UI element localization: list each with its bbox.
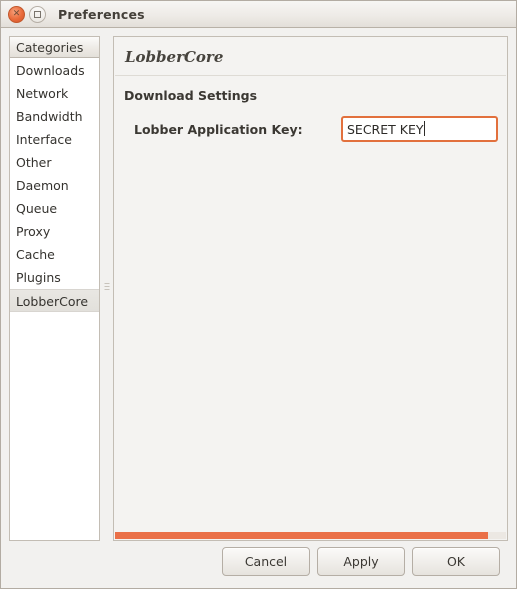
window-title: Preferences — [58, 6, 145, 22]
settings-panel: LobberCore Download Settings Lobber Appl… — [113, 36, 508, 541]
preferences-window: ✕ Preferences Categories Downloads Netwo… — [0, 0, 517, 589]
categories-column-header: Categories — [10, 37, 99, 58]
cancel-button[interactable]: Cancel — [222, 547, 310, 576]
dialog-body: Categories Downloads Network Bandwidth I… — [1, 28, 516, 588]
application-key-label: Lobber Application Key: — [134, 121, 303, 137]
apply-button[interactable]: Apply — [317, 547, 405, 576]
text-cursor — [424, 121, 425, 136]
close-icon[interactable]: ✕ — [8, 5, 25, 23]
section-heading: Download Settings — [124, 88, 258, 103]
splitter-grip-icon — [104, 283, 109, 290]
progress-bar-fill — [115, 532, 489, 539]
pane-splitter[interactable] — [100, 36, 113, 541]
sidebar-item-cache[interactable]: Cache — [10, 243, 99, 266]
sidebar-item-proxy[interactable]: Proxy — [10, 220, 99, 243]
sidebar-item-queue[interactable]: Queue — [10, 197, 99, 220]
page-title: LobberCore — [125, 48, 224, 66]
progress-bar — [115, 532, 506, 539]
application-key-input[interactable] — [341, 116, 498, 142]
panes: Categories Downloads Network Bandwidth I… — [9, 36, 508, 541]
sidebar-item-lobbercore[interactable]: LobberCore — [10, 289, 99, 312]
application-key-row: Lobber Application Key: — [114, 103, 507, 142]
application-key-field-wrap — [341, 116, 498, 142]
maximize-icon[interactable] — [29, 5, 46, 23]
sidebar-item-plugins[interactable]: Plugins — [10, 266, 99, 289]
sidebar-item-downloads[interactable]: Downloads — [10, 59, 99, 82]
ok-button[interactable]: OK — [412, 547, 500, 576]
window-controls: ✕ — [8, 5, 46, 23]
sidebar-item-interface[interactable]: Interface — [10, 128, 99, 151]
categories-list[interactable]: Downloads Network Bandwidth Interface Ot… — [10, 58, 99, 540]
categories-sidebar[interactable]: Categories Downloads Network Bandwidth I… — [9, 36, 100, 541]
sidebar-item-bandwidth[interactable]: Bandwidth — [10, 105, 99, 128]
dialog-action-bar: Cancel Apply OK — [9, 541, 508, 588]
title-bar: ✕ Preferences — [1, 1, 516, 28]
sidebar-item-other[interactable]: Other — [10, 151, 99, 174]
sidebar-item-network[interactable]: Network — [10, 82, 99, 105]
sidebar-item-daemon[interactable]: Daemon — [10, 174, 99, 197]
